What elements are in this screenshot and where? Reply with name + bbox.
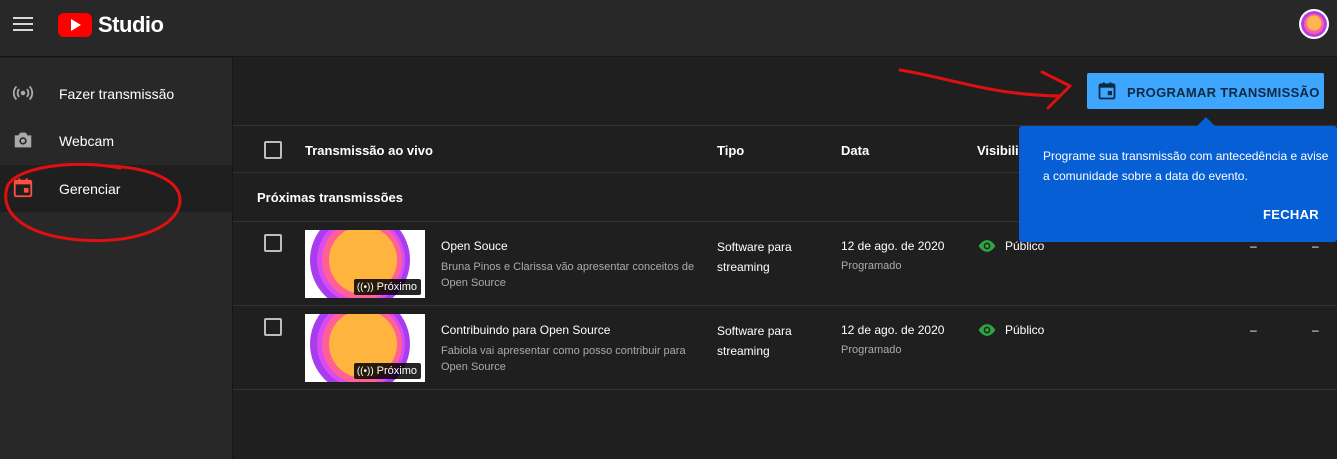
- eye-icon[interactable]: [977, 322, 997, 338]
- broadcast-type: Software para streaming: [717, 240, 792, 274]
- column-header-transmissao[interactable]: Transmissão ao vivo: [305, 143, 433, 158]
- row-checkbox[interactable]: [264, 234, 282, 252]
- visibility-label: Público: [1005, 323, 1045, 337]
- video-description: Bruna Pinos e Clarissa vão apresentar co…: [441, 261, 695, 289]
- tooltip-text: Programe sua transmissão com antecedênci…: [1043, 149, 1329, 183]
- eye-icon[interactable]: [977, 238, 997, 254]
- youtube-logo-icon: [58, 13, 92, 37]
- hamburger-menu-icon[interactable]: [13, 17, 33, 31]
- table-cell: –: [1312, 323, 1319, 337]
- badge-label: Próximo: [376, 281, 417, 293]
- sidebar-item-webcam[interactable]: Webcam: [0, 117, 232, 164]
- calendar-icon: [13, 178, 33, 198]
- avatar-image: [1301, 11, 1327, 37]
- broadcast-date: 12 de ago. de 2020: [841, 323, 945, 337]
- video-title[interactable]: Open Souce: [441, 239, 508, 253]
- broadcast-status: Programado: [841, 344, 902, 356]
- youtube-studio-logo[interactable]: Studio: [58, 12, 164, 38]
- sidebar-item-gerenciar[interactable]: Gerenciar: [0, 165, 232, 212]
- table-cell: –: [1250, 323, 1257, 337]
- camera-icon: [14, 132, 32, 148]
- badge-label: Próximo: [376, 365, 417, 377]
- video-thumbnail[interactable]: ((•)) Próximo: [305, 314, 425, 382]
- video-thumbnail[interactable]: ((•)) Próximo: [305, 230, 425, 298]
- column-header-visibilidade[interactable]: Visibili: [977, 143, 1019, 158]
- calendar-icon: [1098, 82, 1116, 100]
- select-all-checkbox[interactable]: [264, 141, 282, 159]
- schedule-broadcast-label: PROGRAMAR TRANSMISSÃO: [1127, 85, 1320, 100]
- live-icon: ((•)): [356, 365, 374, 377]
- top-bar: Studio: [0, 0, 1337, 57]
- row-checkbox[interactable]: [264, 318, 282, 336]
- video-title[interactable]: Contribuindo para Open Source: [441, 323, 610, 337]
- status-badge: ((•)) Próximo: [353, 363, 421, 379]
- tooltip: Programe sua transmissão com antecedênci…: [1019, 126, 1337, 242]
- sidebar-item-fazer-transmissao[interactable]: Fazer transmissão: [0, 70, 232, 117]
- broadcast-type: Software para streaming: [717, 324, 792, 358]
- broadcast-status: Programado: [841, 260, 902, 272]
- avatar[interactable]: [1299, 9, 1329, 39]
- close-tooltip-button[interactable]: FECHAR: [1263, 207, 1319, 222]
- status-badge: ((•)) Próximo: [353, 279, 421, 295]
- schedule-broadcast-button[interactable]: PROGRAMAR TRANSMISSÃO: [1087, 73, 1324, 109]
- sidebar: Fazer transmissão Webcam Gerenciar: [0, 58, 233, 459]
- app-name: Studio: [98, 12, 164, 37]
- sidebar-item-label: Fazer transmissão: [59, 86, 175, 102]
- broadcast-date: 12 de ago. de 2020: [841, 239, 945, 253]
- video-description: Fabiola vai apresentar como posso contri…: [441, 345, 686, 373]
- column-header-data[interactable]: Data: [841, 143, 869, 158]
- section-title: Próximas transmissões: [257, 190, 403, 205]
- broadcast-icon: [12, 85, 34, 101]
- sidebar-item-label: Webcam: [59, 133, 114, 149]
- main-content: PROGRAMAR TRANSMISSÃO Transmissão ao viv…: [233, 58, 1337, 459]
- column-header-tipo[interactable]: Tipo: [717, 143, 744, 158]
- table-row: ((•)) Próximo Contribuindo para Open Sou…: [233, 306, 1337, 390]
- sidebar-item-label: Gerenciar: [59, 181, 121, 197]
- live-icon: ((•)): [356, 281, 374, 293]
